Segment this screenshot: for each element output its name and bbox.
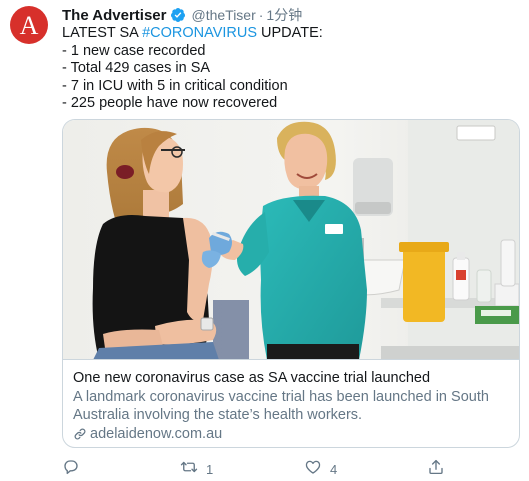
tweet-actions: 1 4 bbox=[62, 458, 462, 478]
hashtag-link[interactable]: #CORONAVIRUS bbox=[142, 25, 257, 41]
tweet-line: - Total 429 cases in SA bbox=[62, 60, 211, 76]
tweet-line: - 225 people have now recovered bbox=[62, 95, 278, 111]
share-button[interactable] bbox=[427, 458, 453, 481]
tweet-line: - 7 in ICU with 5 in critical condition bbox=[62, 77, 288, 94]
tweet[interactable]: A The Advertiser @theTiser · 1分钟 LATEST … bbox=[0, 0, 529, 481]
headline-prefix: LATEST SA bbox=[62, 25, 143, 41]
link-icon bbox=[73, 427, 87, 441]
card-domain-text[interactable]: adelaidenow.com.au bbox=[90, 425, 222, 443]
card-domain[interactable]: adelaidenow.com.au bbox=[73, 425, 513, 443]
retweet-count: 1 bbox=[206, 462, 214, 477]
card-title[interactable]: One new coronavirus case as SA vaccine t… bbox=[73, 369, 513, 387]
card-body[interactable]: One new coronavirus case as SA vaccine t… bbox=[73, 369, 513, 443]
link-preview-card[interactable]: One new coronavirus case as SA vaccine t… bbox=[62, 119, 520, 448]
avatar[interactable]: A bbox=[10, 6, 48, 44]
headline-suffix: UPDATE: bbox=[257, 25, 323, 41]
verified-badge-icon bbox=[170, 7, 186, 23]
retweet-icon bbox=[180, 458, 198, 481]
share-icon bbox=[427, 458, 445, 481]
card-description: A landmark coronavirus vaccine trial has… bbox=[73, 389, 489, 423]
avatar-logo-letter: A bbox=[19, 10, 39, 40]
card-image[interactable] bbox=[63, 120, 519, 360]
like-button[interactable]: 4 bbox=[304, 458, 337, 481]
tweet-line-headline: LATEST SA #CORONAVIRUS UPDATE: bbox=[62, 25, 512, 43]
vaccination-photo bbox=[63, 120, 519, 359]
like-count: 4 bbox=[330, 462, 338, 477]
retweet-button[interactable]: 1 bbox=[180, 458, 213, 481]
separator-dot: · bbox=[258, 7, 264, 23]
display-name[interactable]: The Advertiser bbox=[62, 7, 166, 24]
heart-icon bbox=[304, 458, 322, 481]
timestamp[interactable]: 1分钟 bbox=[266, 5, 302, 25]
reply-icon bbox=[62, 458, 80, 481]
tweet-header: The Advertiser @theTiser · 1分钟 bbox=[62, 6, 302, 24]
reply-button[interactable] bbox=[62, 458, 88, 481]
tweet-text: LATEST SA #CORONAVIRUS UPDATE: - 1 new c… bbox=[62, 25, 512, 113]
tweet-line: - 1 new case recorded bbox=[62, 42, 206, 59]
user-handle[interactable]: @theTiser bbox=[191, 7, 255, 23]
